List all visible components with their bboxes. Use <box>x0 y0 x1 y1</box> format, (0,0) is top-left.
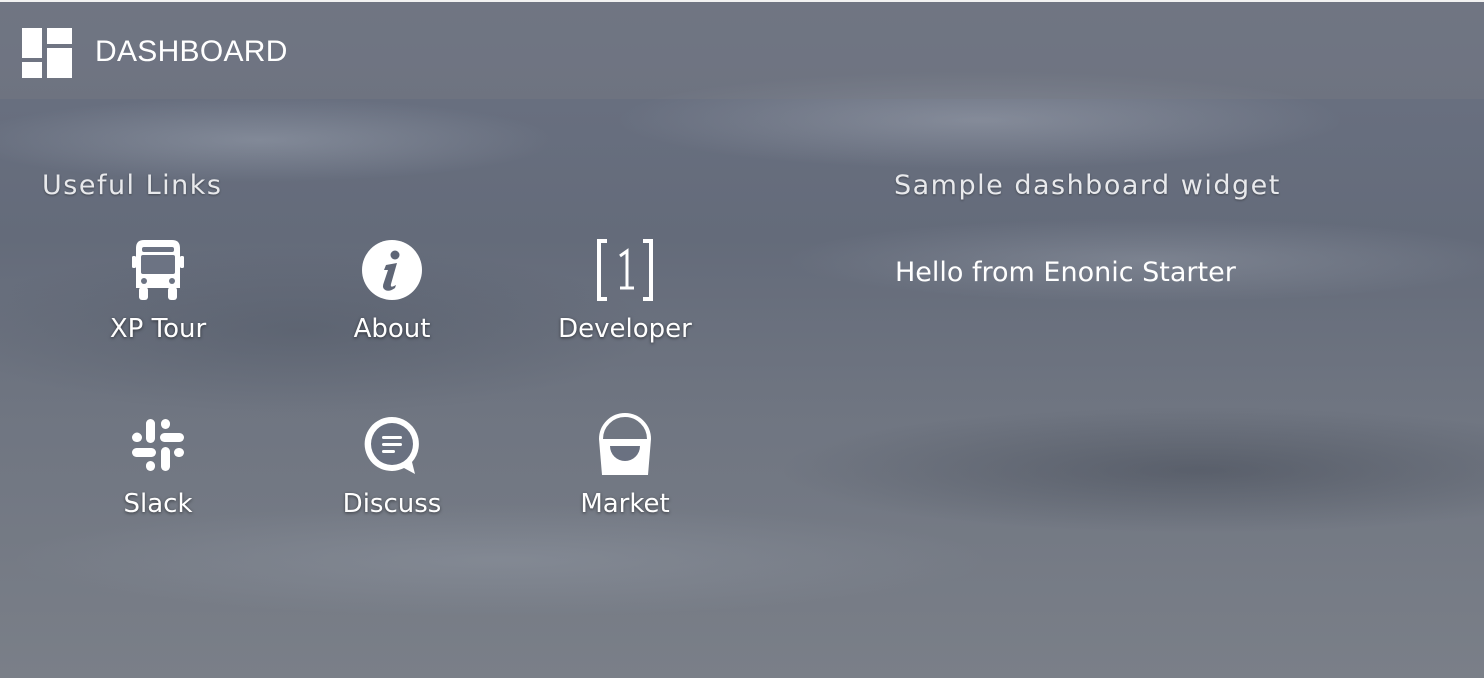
top-bar: DASHBOARD <box>0 0 1484 99</box>
link-market[interactable]: Market <box>525 413 725 543</box>
link-label: XP Tour <box>109 314 207 344</box>
link-discuss[interactable]: Discuss <box>292 413 492 543</box>
info-icon <box>362 240 422 300</box>
dashboard-grid-icon[interactable] <box>22 28 72 78</box>
link-label: About <box>353 314 431 344</box>
link-label: Slack <box>123 489 193 519</box>
link-label: Market <box>580 489 670 519</box>
widget-heading: Sample dashboard widget <box>894 170 1281 201</box>
app-title[interactable]: DASHBOARD <box>95 32 288 72</box>
bus-icon <box>132 240 184 300</box>
link-about[interactable]: About <box>292 238 492 368</box>
widget-text: Hello from Enonic Starter <box>895 257 1236 288</box>
link-label: Discuss <box>342 489 442 519</box>
discuss-bubble-icon <box>364 416 419 474</box>
link-slack[interactable]: Slack <box>58 413 258 543</box>
link-developer[interactable]: Developer <box>525 238 725 368</box>
slack-icon <box>132 419 184 471</box>
link-label: Developer <box>558 314 692 344</box>
link-xp-tour[interactable]: XP Tour <box>58 238 258 368</box>
useful-links-heading: Useful Links <box>42 170 223 201</box>
market-bag-icon <box>599 413 651 475</box>
developer-bracket-one-icon <box>597 239 653 301</box>
